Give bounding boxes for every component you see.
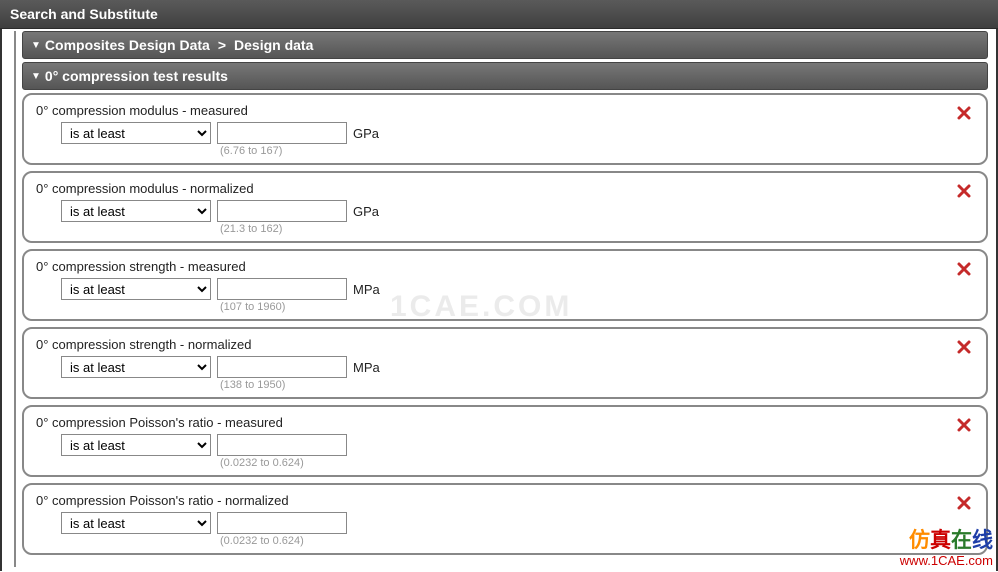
criterion-row: 0° compression modulus - measured is at … — [22, 93, 988, 165]
criterion-row: 0° compression Poisson's ratio - normali… — [22, 483, 988, 555]
criterion-label: 0° compression Poisson's ratio - normali… — [36, 493, 974, 508]
collapse-icon: ▼ — [31, 71, 41, 82]
remove-button[interactable] — [956, 105, 972, 121]
range-hint: (107 to 1960) — [36, 301, 974, 313]
criterion-row: 0° compression strength - normalized is … — [22, 327, 988, 399]
credit: 仿真在线 www.1CAE.com — [900, 528, 993, 569]
operator-select[interactable]: is at least — [61, 122, 211, 144]
close-icon — [956, 261, 972, 277]
breadcrumb-part-1: Composites Design Data — [45, 37, 210, 53]
criterion-label: 0° compression strength - measured — [36, 259, 974, 274]
close-icon — [956, 105, 972, 121]
breadcrumb-header[interactable]: ▼ Composites Design Data > Design data — [22, 31, 988, 59]
criterion-controls: is at least GPa — [36, 122, 974, 144]
criterion-row: 0° compression modulus - normalized is a… — [22, 171, 988, 243]
value-input[interactable] — [217, 356, 347, 378]
value-input[interactable] — [217, 200, 347, 222]
value-input[interactable] — [217, 434, 347, 456]
remove-button[interactable] — [956, 495, 972, 511]
criterion-label: 0° compression strength - normalized — [36, 337, 974, 352]
criterion-row: 0° compression strength - measured is at… — [22, 249, 988, 321]
criterion-controls: is at least GPa — [36, 200, 974, 222]
window-title: Search and Substitute — [10, 6, 158, 22]
value-input[interactable] — [217, 278, 347, 300]
credit-cn: 仿真在线 — [900, 528, 993, 553]
operator-select[interactable]: is at least — [61, 356, 211, 378]
criterion-controls: is at least MPa — [36, 278, 974, 300]
close-icon — [956, 183, 972, 199]
inner-wrap: ▼ Composites Design Data > Design data ▼… — [14, 31, 988, 567]
content-area: ▼ Composites Design Data > Design data ▼… — [0, 29, 998, 571]
value-input[interactable] — [217, 122, 347, 144]
operator-select[interactable]: is at least — [61, 200, 211, 222]
window-title-bar: Search and Substitute — [0, 0, 998, 29]
operator-select[interactable]: is at least — [61, 434, 211, 456]
close-icon — [956, 495, 972, 511]
criterion-controls: is at least MPa — [36, 356, 974, 378]
breadcrumb-separator: > — [214, 37, 230, 53]
range-hint: (21.3 to 162) — [36, 223, 974, 235]
close-icon — [956, 339, 972, 355]
remove-button[interactable] — [956, 339, 972, 355]
remove-button[interactable] — [956, 183, 972, 199]
unit-label: MPa — [353, 360, 380, 375]
subsection-header[interactable]: ▼ 0° compression test results — [22, 62, 988, 90]
remove-button[interactable] — [956, 417, 972, 433]
credit-url: www.1CAE.com — [900, 553, 993, 569]
criterion-label: 0° compression modulus - normalized — [36, 181, 974, 196]
criteria-container: 0° compression modulus - measured is at … — [22, 93, 988, 555]
breadcrumb-part-2: Design data — [234, 37, 313, 53]
range-hint: (0.0232 to 0.624) — [36, 535, 974, 547]
operator-select[interactable]: is at least — [61, 512, 211, 534]
unit-label: GPa — [353, 126, 379, 141]
subsection-title: 0° compression test results — [45, 68, 228, 84]
criterion-label: 0° compression Poisson's ratio - measure… — [36, 415, 974, 430]
criterion-controls: is at least — [36, 434, 974, 456]
close-icon — [956, 417, 972, 433]
value-input[interactable] — [217, 512, 347, 534]
unit-label: GPa — [353, 204, 379, 219]
criterion-label: 0° compression modulus - measured — [36, 103, 974, 118]
range-hint: (0.0232 to 0.624) — [36, 457, 974, 469]
criterion-controls: is at least — [36, 512, 974, 534]
unit-label: MPa — [353, 282, 380, 297]
criterion-row: 0° compression Poisson's ratio - measure… — [22, 405, 988, 477]
range-hint: (138 to 1950) — [36, 379, 974, 391]
range-hint: (6.76 to 167) — [36, 145, 974, 157]
operator-select[interactable]: is at least — [61, 278, 211, 300]
collapse-icon: ▼ — [31, 40, 41, 51]
remove-button[interactable] — [956, 261, 972, 277]
